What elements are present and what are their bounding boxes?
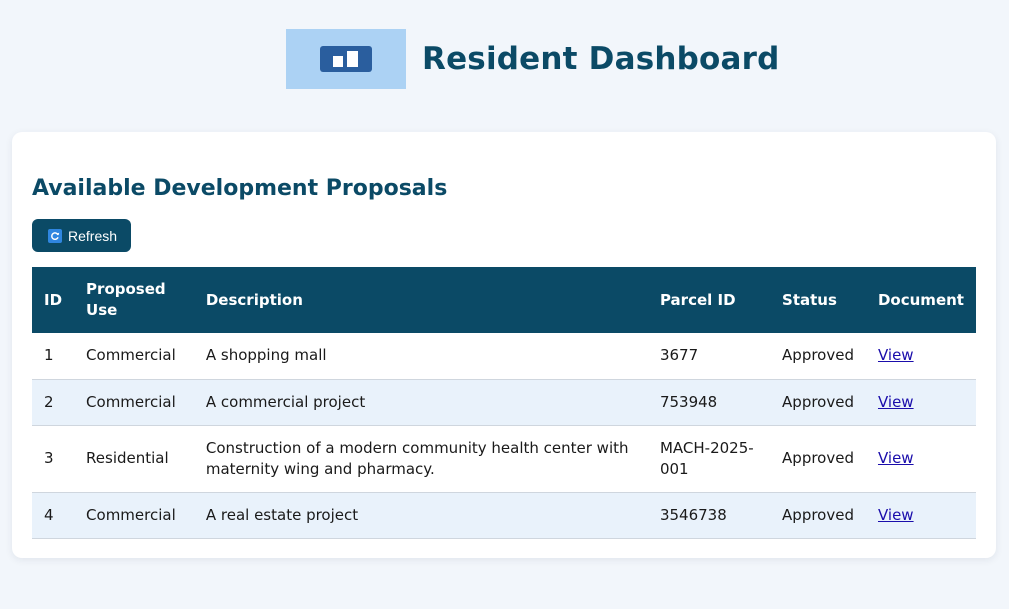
cell-id: 3 [32,425,75,493]
logo [286,29,406,89]
cell-document: View [865,425,976,493]
column-header-parcel-id: Parcel ID [647,267,771,333]
table-row: 1 Commercial A shopping mall 3677 Approv… [32,333,976,380]
table-row: 4 Commercial A real estate project 35467… [32,492,976,539]
column-header-status: Status [770,267,866,333]
app-header: Resident Dashboard [286,29,780,89]
cell-document: View [865,492,976,539]
app-title: Resident Dashboard [422,41,780,77]
cell-proposed-use: Commercial [74,333,194,380]
dashboard-icon [320,46,372,72]
cell-parcel-id: MACH-2025-001 [647,425,771,493]
view-document-link[interactable]: View [878,346,914,364]
cell-status: Approved [770,333,866,380]
view-document-link[interactable]: View [878,449,914,467]
cell-id: 4 [32,492,75,539]
cell-description: A real estate project [193,492,648,539]
column-header-id: ID [32,267,75,333]
cell-parcel-id: 753948 [647,379,771,426]
column-header-proposed-use: Proposed Use [74,267,194,333]
cell-description: A commercial project [193,379,648,426]
cell-proposed-use: Commercial [74,492,194,539]
table-header-row: ID Proposed Use Description Parcel ID St… [32,267,976,333]
cell-status: Approved [770,492,866,539]
cell-id: 2 [32,379,75,426]
table-row: 2 Commercial A commercial project 753948… [32,379,976,426]
refresh-icon [48,228,62,243]
column-header-document: Document [865,267,976,333]
cell-status: Approved [770,379,866,426]
cell-status: Approved [770,425,866,493]
cell-parcel-id: 3546738 [647,492,771,539]
proposals-card: Available Development Proposals Refresh … [12,132,996,558]
cell-proposed-use: Residential [74,425,194,493]
refresh-button[interactable]: Refresh [32,219,132,252]
section-title: Available Development Proposals [32,176,448,201]
view-document-link[interactable]: View [878,506,914,524]
cell-proposed-use: Commercial [74,379,194,426]
cell-id: 1 [32,333,75,380]
column-header-description: Description [193,267,648,333]
view-document-link[interactable]: View [878,393,914,411]
refresh-label: Refresh [68,227,118,244]
table-row: 3 Residential Construction of a modern c… [32,425,976,493]
cell-document: View [865,333,976,380]
cell-parcel-id: 3677 [647,333,771,380]
cell-description: A shopping mall [193,333,648,380]
proposals-table: ID Proposed Use Description Parcel ID St… [32,267,976,539]
cell-description: Construction of a modern community healt… [193,425,648,493]
cell-document: View [865,379,976,426]
